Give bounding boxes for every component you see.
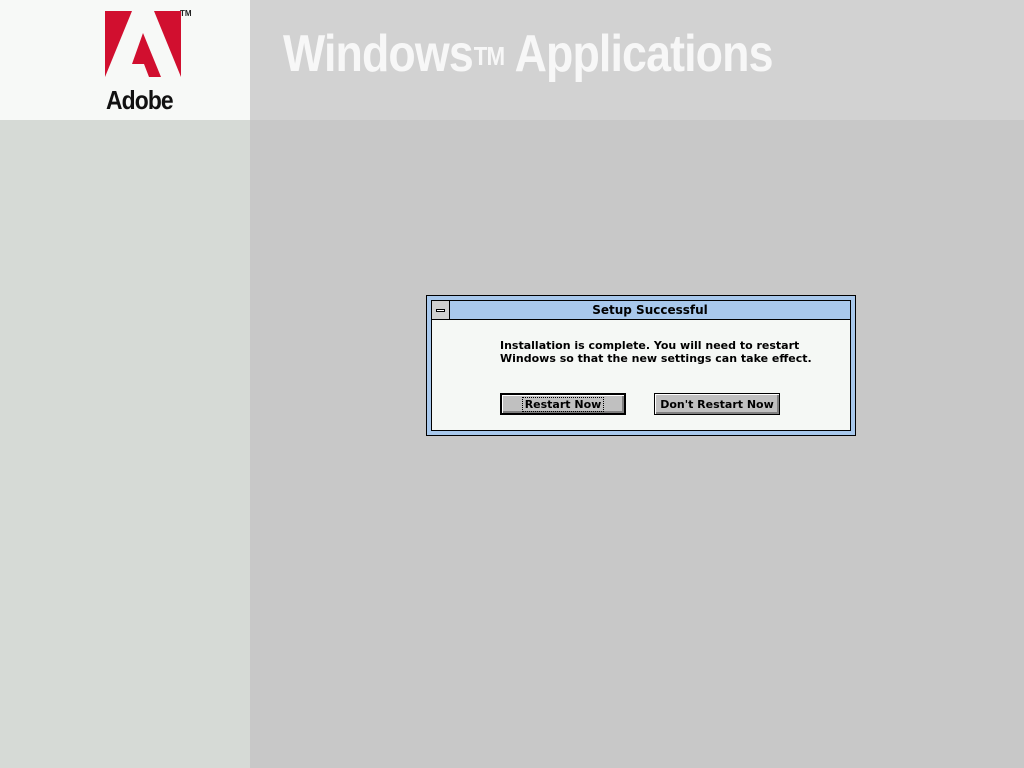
title-applications: Applications	[514, 25, 774, 83]
setup-successful-dialog: Setup Successful Installation is complet…	[426, 295, 856, 436]
dialog-body: Setup Successful Installation is complet…	[431, 300, 851, 431]
dialog-titlebar[interactable]: Setup Successful	[432, 301, 850, 320]
adobe-logo-icon	[105, 11, 181, 77]
title-windows: Windows	[283, 25, 474, 83]
dialog-message: Installation is complete. You will need …	[500, 339, 820, 365]
left-column	[0, 120, 250, 768]
header-band: WindowsTM Applications	[250, 0, 1024, 120]
dont-restart-now-button[interactable]: Don't Restart Now	[654, 393, 780, 415]
adobe-logo-panel: TM Adobe	[0, 0, 250, 120]
restart-now-button[interactable]: Restart Now	[500, 393, 626, 415]
message-line-1: Installation is complete. You will need …	[500, 339, 800, 352]
page-title: WindowsTM Applications	[283, 24, 773, 84]
logo-trademark: TM	[180, 9, 192, 18]
restart-now-label: Restart Now	[521, 396, 605, 412]
message-line-2: Windows so that the new settings can tak…	[500, 352, 812, 365]
adobe-wordmark: Adobe	[106, 85, 174, 115]
title-trademark: TM	[473, 41, 505, 71]
dont-restart-now-label: Don't Restart Now	[660, 397, 774, 411]
system-menu-icon[interactable]	[432, 301, 450, 319]
dialog-title: Setup Successful	[592, 303, 708, 317]
